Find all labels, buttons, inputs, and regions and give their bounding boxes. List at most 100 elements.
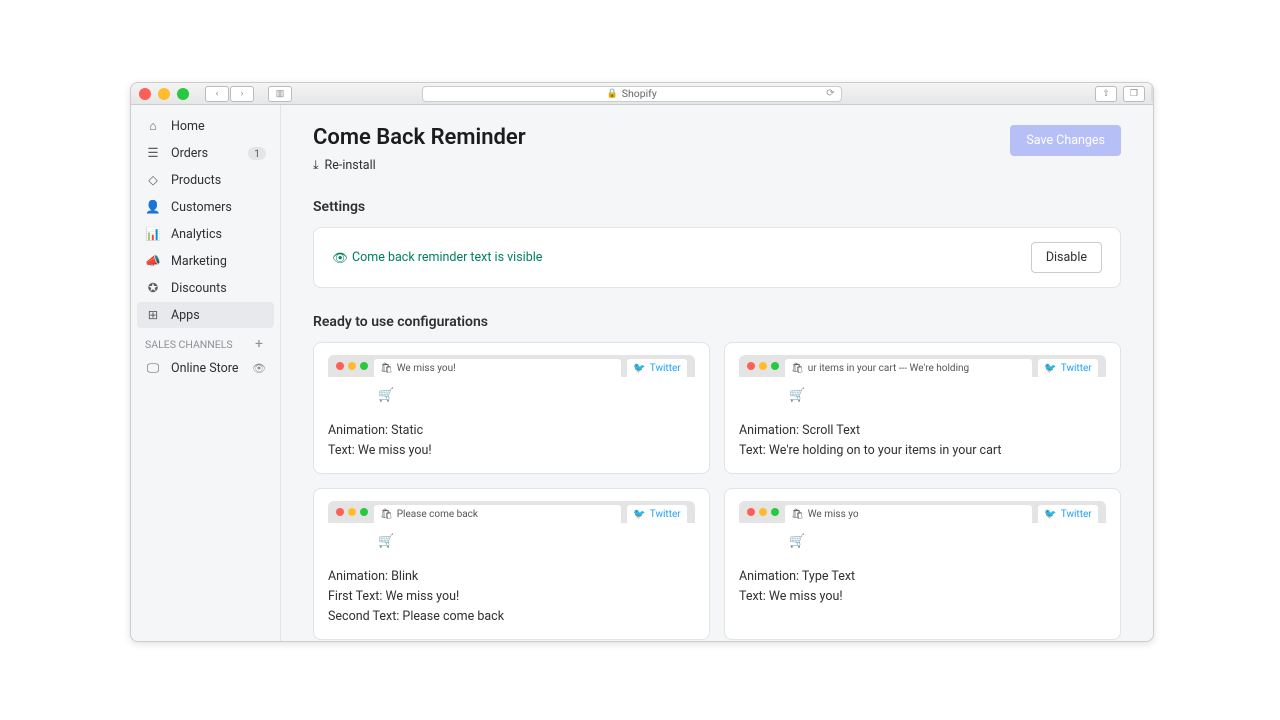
reload-icon[interactable]: ⟳: [826, 88, 834, 99]
disable-button[interactable]: Disable: [1031, 242, 1102, 273]
config-card[interactable]: 🛍 ur items in your cart --- We're holding…: [724, 342, 1121, 474]
preview-text: ur items in your cart --- We're holding: [808, 363, 969, 374]
shopify-icon: 🛍: [791, 363, 804, 374]
configs-grid: 🛍 We miss you! 🐦Twitter 🛒 Animation: Stat…: [313, 342, 1121, 640]
lock-icon: 🔒: [607, 89, 618, 99]
config-line: Animation: Static: [328, 421, 695, 441]
preview-text: We miss yo: [808, 509, 859, 520]
orders-badge: 1: [248, 147, 266, 160]
sidebar-label: Products: [171, 173, 221, 188]
twitter-tab: 🐦Twitter: [1038, 359, 1098, 377]
download-icon: ⤓: [313, 158, 319, 173]
sidebar-toggle-icon[interactable]: ▥: [268, 86, 292, 102]
sidebar-label: Marketing: [171, 254, 227, 269]
window-controls: [139, 88, 189, 100]
maximize-window-icon[interactable]: [177, 88, 189, 100]
sidebar-label: Orders: [171, 146, 208, 161]
sidebar-label: Customers: [171, 200, 232, 215]
sidebar-item-customers[interactable]: 👤 Customers: [137, 194, 274, 220]
visible-icon: 👁: [332, 251, 346, 265]
preview: 🛍 We miss yo 🐦Twitter 🛒: [739, 501, 1106, 559]
url-bar[interactable]: 🔒 Shopify ⟳: [422, 86, 842, 102]
sidebar-label: Apps: [171, 308, 200, 323]
shopify-icon: 🛍: [380, 509, 393, 520]
new-tab-button[interactable]: +: [1151, 86, 1154, 102]
sidebar-label: Discounts: [171, 281, 227, 296]
sidebar: ⌂ Home ☰ Orders 1 ◇ Products 👤 Customers…: [131, 105, 281, 641]
share-icon[interactable]: ⇧: [1095, 86, 1117, 102]
tabs-icon[interactable]: ❐: [1123, 86, 1145, 102]
customers-icon: 👤: [145, 199, 161, 215]
reinstall-link[interactable]: ⤓ Re-install: [313, 158, 526, 173]
cart-icon: 🛒: [789, 388, 805, 403]
preview: 🛍 We miss you! 🐦Twitter 🛒: [328, 355, 695, 413]
sidebar-label: Analytics: [171, 227, 222, 242]
twitter-tab: 🐦Twitter: [1038, 505, 1098, 523]
discounts-icon: ✪: [145, 280, 161, 296]
twitter-icon: 🐦: [1044, 363, 1056, 374]
sidebar-item-apps[interactable]: ⊞ Apps: [137, 302, 274, 328]
cart-icon: 🛒: [378, 388, 394, 403]
reinstall-text: Re-install: [325, 158, 376, 173]
minimize-window-icon[interactable]: [158, 88, 170, 100]
sidebar-item-home[interactable]: ⌂ Home: [137, 113, 274, 139]
browser-window: ‹ › ▥ 🔒 Shopify ⟳ ⇧ ❐ + ⌂ Home ☰ Orders …: [130, 82, 1154, 642]
sidebar-label: Online Store: [171, 361, 238, 376]
shopify-icon: 🛍: [380, 363, 393, 374]
config-line: Text: We miss you!: [328, 441, 695, 461]
sidebar-label: Home: [171, 119, 205, 134]
config-card[interactable]: 🛍 We miss you! 🐦Twitter 🛒 Animation: Stat…: [313, 342, 710, 474]
config-card[interactable]: 🛍We miss yo 🐦Twitter 🛒 Animation: Type T…: [724, 488, 1121, 640]
config-line: Text: We're holding on to your items in …: [739, 441, 1106, 461]
main-content: Come Back Reminder ⤓ Re-install Save Cha…: [281, 105, 1153, 641]
add-channel-icon[interactable]: +: [252, 337, 266, 351]
app-body: ⌂ Home ☰ Orders 1 ◇ Products 👤 Customers…: [131, 105, 1153, 641]
sales-channels-header: SALES CHANNELS +: [137, 329, 274, 355]
titlebar: ‹ › ▥ 🔒 Shopify ⟳ ⇧ ❐ +: [131, 83, 1153, 105]
back-button[interactable]: ‹: [205, 86, 229, 102]
close-window-icon[interactable]: [139, 88, 151, 100]
twitter-icon: 🐦: [633, 363, 645, 374]
status-row: 👁 Come back reminder text is visible: [332, 250, 542, 265]
channels-header-text: SALES CHANNELS: [145, 338, 233, 351]
settings-card: 👁 Come back reminder text is visible Dis…: [313, 227, 1121, 288]
apps-icon: ⊞: [145, 307, 161, 323]
preview: 🛍 Please come back 🐦Twitter 🛒: [328, 501, 695, 559]
shopify-icon: 🛍: [791, 509, 804, 520]
analytics-icon: 📊: [145, 226, 161, 242]
marketing-icon: 📣: [145, 253, 161, 269]
twitter-icon: 🐦: [633, 509, 645, 520]
twitter-tab: 🐦Twitter: [627, 505, 687, 523]
products-icon: ◇: [145, 172, 161, 188]
view-store-icon[interactable]: 👁: [252, 362, 266, 375]
sidebar-item-discounts[interactable]: ✪ Discounts: [137, 275, 274, 301]
sidebar-item-orders[interactable]: ☰ Orders 1: [137, 140, 274, 166]
cart-icon: 🛒: [378, 534, 394, 549]
config-line: Second Text: Please come back: [328, 607, 695, 627]
config-line: First Text: We miss you!: [328, 587, 695, 607]
preview-text: We miss you!: [397, 363, 456, 374]
twitter-icon: 🐦: [1044, 509, 1056, 520]
store-icon: 🖵: [145, 360, 161, 376]
twitter-tab: 🐦Twitter: [627, 359, 687, 377]
url-text: Shopify: [622, 87, 657, 100]
config-line: Animation: Scroll Text: [739, 421, 1106, 441]
orders-icon: ☰: [145, 145, 161, 161]
nav-buttons: ‹ ›: [205, 86, 254, 102]
cart-icon: 🛒: [789, 534, 805, 549]
configs-heading: Ready to use configurations: [313, 314, 1121, 330]
save-changes-button[interactable]: Save Changes: [1010, 125, 1121, 156]
sidebar-item-products[interactable]: ◇ Products: [137, 167, 274, 193]
sidebar-item-marketing[interactable]: 📣 Marketing: [137, 248, 274, 274]
preview-text: Please come back: [397, 509, 478, 520]
status-text: Come back reminder text is visible: [352, 250, 542, 265]
settings-heading: Settings: [313, 199, 1121, 215]
right-buttons: ⇧ ❐: [1095, 86, 1145, 102]
config-card[interactable]: 🛍Please come back 🐦Twitter 🛒 Animation: …: [313, 488, 710, 640]
page-header: Come Back Reminder ⤓ Re-install Save Cha…: [313, 125, 1121, 173]
forward-button[interactable]: ›: [230, 86, 254, 102]
sidebar-item-online-store[interactable]: 🖵 Online Store 👁: [137, 355, 274, 381]
config-line: Text: We miss you!: [739, 587, 1106, 607]
sidebar-item-analytics[interactable]: 📊 Analytics: [137, 221, 274, 247]
home-icon: ⌂: [145, 118, 161, 134]
